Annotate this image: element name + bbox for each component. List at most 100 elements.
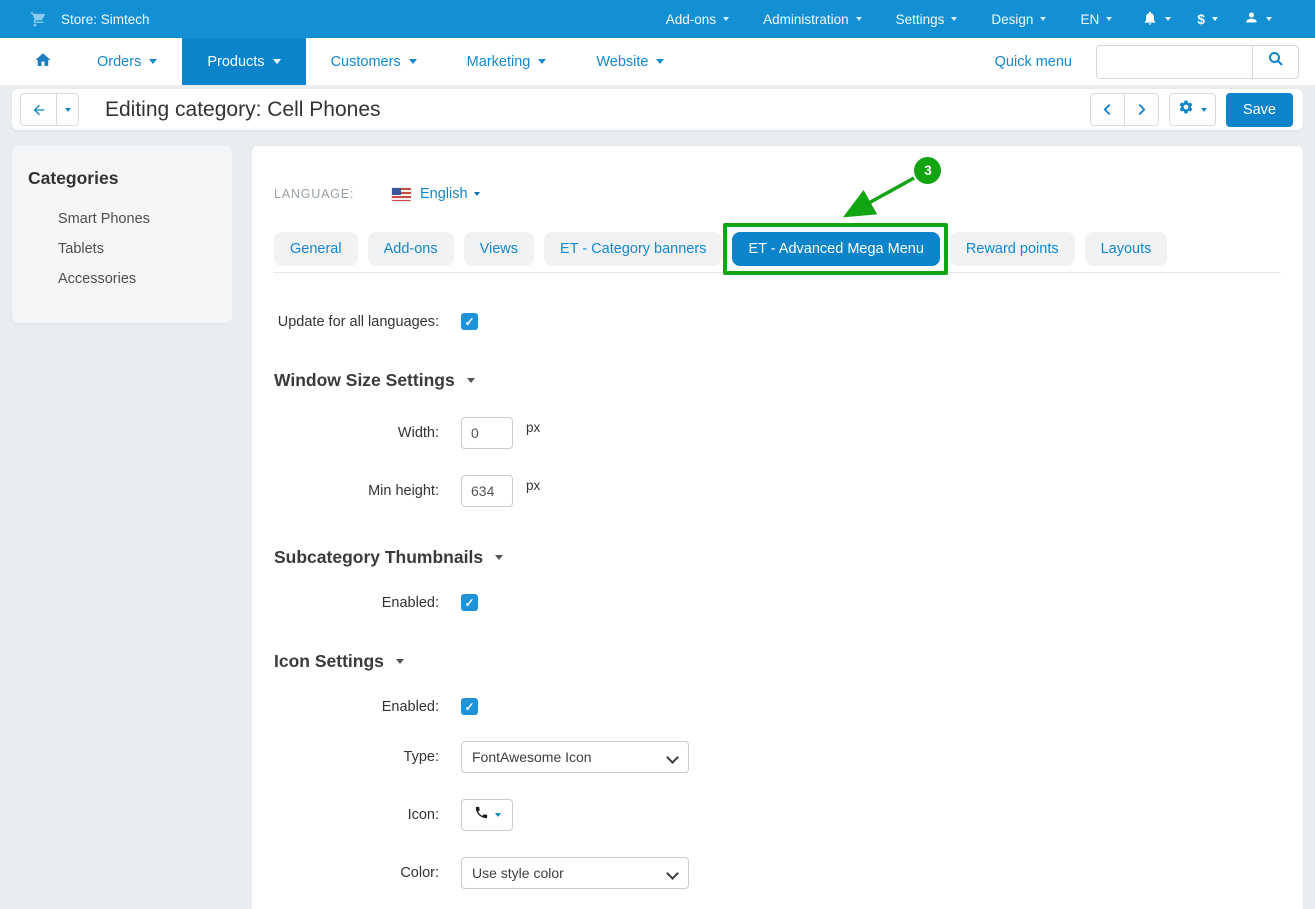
category-edit-panel: LANGUAGE: English General Add-ons Views …	[252, 146, 1303, 909]
nav-website[interactable]: Website	[571, 38, 689, 85]
categories-sidebar: Categories Smart Phones Tablets Accessor…	[12, 146, 232, 323]
chevron-right-icon	[1135, 103, 1148, 116]
nav-customers[interactable]: Customers	[306, 38, 442, 85]
chevron-left-icon	[1101, 103, 1114, 116]
icon-enabled-checkbox[interactable]	[461, 698, 478, 715]
bell-icon	[1142, 10, 1158, 29]
icon-picker-label: Icon:	[274, 807, 439, 823]
chevron-down-icon	[656, 59, 664, 64]
tab-et-advanced-mega-menu[interactable]: ET - Advanced Mega Menu	[732, 232, 939, 266]
chevron-down-icon	[538, 59, 546, 64]
language-selector[interactable]: English	[420, 186, 480, 202]
page-titlebar: Editing category: Cell Phones Save	[12, 89, 1303, 130]
sidebar-item-smart-phones[interactable]: Smart Phones	[28, 211, 216, 227]
chevron-down-icon	[409, 59, 417, 64]
min-height-row: Min height: px	[274, 475, 1281, 507]
collapse-caret-icon	[495, 555, 503, 560]
admin-topbar: Store: Simtech Add-ons Administration Se…	[0, 0, 1315, 38]
annotation-step-badge: 3	[914, 157, 941, 184]
min-height-input[interactable]	[461, 475, 513, 507]
chevron-down-icon	[474, 192, 480, 196]
back-history-dropdown[interactable]	[56, 93, 79, 126]
icon-type-select[interactable]: FontAwesome Icon	[461, 741, 689, 773]
nav-marketing[interactable]: Marketing	[442, 38, 572, 85]
tab-views[interactable]: Views	[464, 232, 534, 266]
admin-search	[1096, 45, 1299, 79]
back-button-group	[20, 93, 79, 126]
search-button[interactable]	[1252, 45, 1299, 79]
min-height-unit: px	[526, 478, 540, 493]
phone-icon	[474, 805, 489, 825]
update-all-languages-label: Update for all languages:	[274, 314, 439, 330]
icon-type-row: Type: FontAwesome Icon	[274, 741, 1281, 773]
us-flag-icon	[392, 188, 411, 201]
icon-enabled-label: Enabled:	[274, 699, 439, 715]
home-icon	[34, 51, 52, 73]
currency-menu[interactable]: $	[1184, 0, 1231, 38]
icon-picker-button[interactable]	[461, 799, 513, 831]
icon-color-select[interactable]: Use style color	[461, 857, 689, 889]
collapse-caret-icon	[467, 378, 475, 383]
topbar-menu-design[interactable]: Design	[974, 0, 1063, 38]
tab-et-category-banners[interactable]: ET - Category banners	[544, 232, 722, 266]
sidebar-item-accessories[interactable]: Accessories	[28, 271, 216, 287]
chevron-down-icon	[951, 17, 957, 21]
main-navbar: Orders Products Customers Marketing Webs…	[0, 38, 1315, 85]
gear-icon	[1178, 99, 1194, 120]
search-input[interactable]	[1096, 45, 1252, 79]
save-button[interactable]: Save	[1226, 93, 1293, 127]
sidebar-title: Categories	[28, 168, 216, 189]
nav-orders[interactable]: Orders	[72, 38, 182, 85]
topbar-menu-administration[interactable]: Administration	[746, 0, 879, 38]
icon-settings-heading[interactable]: Icon Settings	[274, 651, 1281, 672]
language-row: LANGUAGE: English	[274, 186, 1281, 202]
chevron-down-icon	[1266, 17, 1272, 21]
tab-reward-points[interactable]: Reward points	[950, 232, 1075, 266]
window-size-settings-heading[interactable]: Window Size Settings	[274, 370, 1281, 391]
topbar-menu-settings[interactable]: Settings	[879, 0, 975, 38]
next-item-button[interactable]	[1124, 93, 1159, 126]
chevron-down-icon	[1201, 108, 1207, 112]
chevron-down-icon	[856, 17, 862, 21]
store-selector[interactable]: Store: Simtech	[30, 11, 150, 28]
chevron-down-icon	[1212, 17, 1218, 21]
topbar-language-switcher[interactable]: EN	[1063, 0, 1129, 38]
chevron-down-icon	[273, 59, 281, 64]
tab-layouts[interactable]: Layouts	[1085, 232, 1168, 266]
sidebar-item-tablets[interactable]: Tablets	[28, 241, 216, 257]
store-label: Store: Simtech	[61, 12, 150, 27]
dollar-icon: $	[1197, 11, 1205, 27]
width-row: Width: px	[274, 417, 1281, 449]
subcategory-enabled-label: Enabled:	[274, 595, 439, 611]
language-label: LANGUAGE:	[274, 187, 392, 201]
icon-color-label: Color:	[274, 865, 439, 881]
notifications-menu[interactable]	[1129, 0, 1184, 38]
nav-products[interactable]: Products	[182, 38, 305, 85]
width-label: Width:	[274, 425, 439, 441]
nav-home[interactable]	[14, 38, 72, 85]
back-button[interactable]	[20, 93, 57, 126]
tab-addons[interactable]: Add-ons	[368, 232, 454, 266]
tab-strip: General Add-ons Views ET - Category bann…	[274, 232, 1281, 273]
tab-general[interactable]: General	[274, 232, 358, 266]
subcategory-thumbnails-heading[interactable]: Subcategory Thumbnails	[274, 547, 1281, 568]
previous-item-button[interactable]	[1090, 93, 1125, 126]
icon-type-label: Type:	[274, 749, 439, 765]
subcategory-enabled-checkbox[interactable]	[461, 594, 478, 611]
settings-dropdown-button[interactable]	[1169, 93, 1216, 126]
chevron-down-icon	[1106, 17, 1112, 21]
chevron-down-icon	[1165, 17, 1171, 21]
user-menu[interactable]	[1231, 0, 1285, 38]
pager-group	[1090, 93, 1159, 126]
update-all-languages-row: Update for all languages:	[274, 313, 1281, 330]
min-height-label: Min height:	[274, 483, 439, 499]
topbar-menu-addons[interactable]: Add-ons	[649, 0, 746, 38]
quick-menu-link[interactable]: Quick menu	[995, 54, 1072, 70]
collapse-caret-icon	[396, 659, 404, 664]
update-all-languages-checkbox[interactable]	[461, 313, 478, 330]
search-icon	[1267, 50, 1285, 73]
width-unit: px	[526, 420, 540, 435]
icon-enabled-row: Enabled:	[274, 698, 1281, 715]
width-input[interactable]	[461, 417, 513, 449]
chevron-down-icon	[723, 17, 729, 21]
